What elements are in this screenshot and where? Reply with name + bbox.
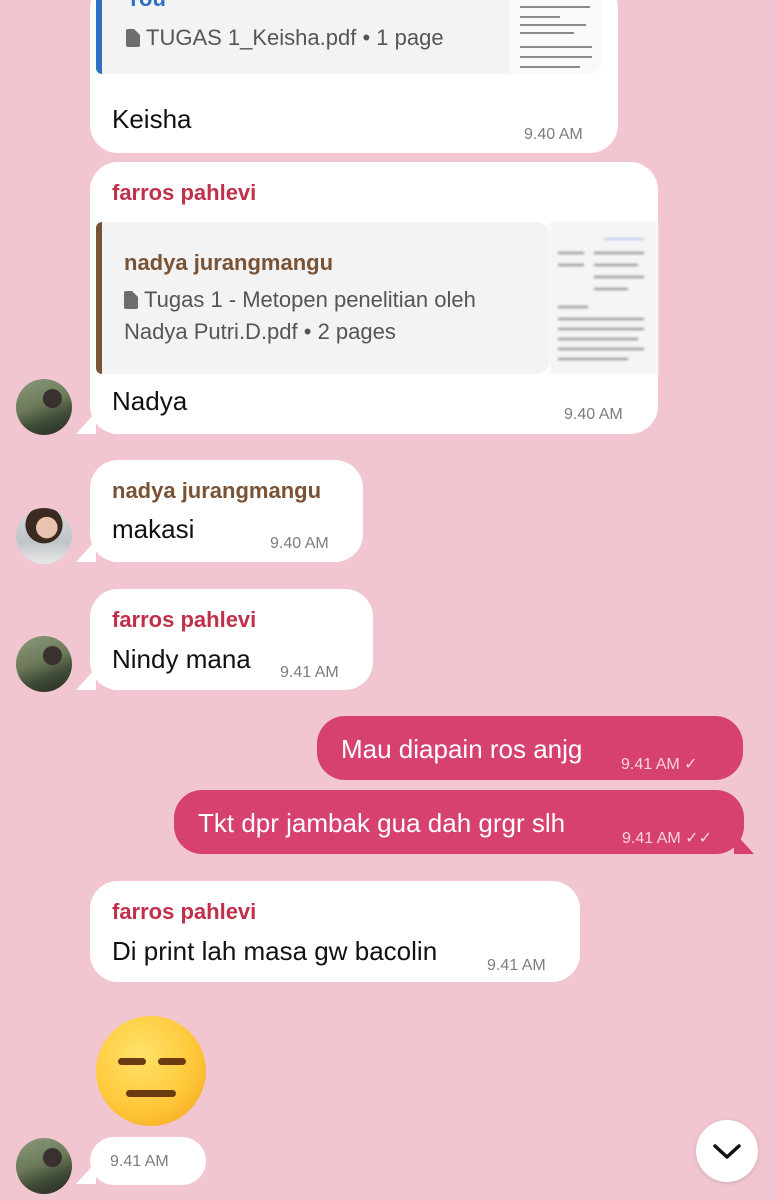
message-time: 9.41 AM ✓✓ bbox=[622, 830, 712, 847]
chevron-down-icon bbox=[713, 1144, 741, 1159]
message-time: 9.41 AM bbox=[110, 1153, 169, 1170]
message-text: Nindy mana bbox=[112, 644, 251, 674]
message-text: Keisha bbox=[112, 104, 192, 134]
outgoing-bubble[interactable]: Mau diapain ros anjg 9.41 AM ✓ bbox=[317, 716, 743, 780]
message-time: 9.41 AM ✓ bbox=[621, 756, 698, 773]
sender-name: farros pahlevi bbox=[112, 899, 257, 924]
reply-sender-name: You bbox=[126, 0, 166, 12]
reply-accent-bar bbox=[96, 0, 102, 74]
message-bubble-makasi[interactable]: nadya jurangmangu makasi 9.40 AM bbox=[90, 460, 363, 562]
avatar-nadya[interactable] bbox=[16, 508, 72, 564]
message-time: 9.41 AM bbox=[487, 957, 546, 974]
sender-name: farros pahlevi bbox=[112, 607, 257, 632]
scroll-to-bottom-button[interactable] bbox=[696, 1120, 758, 1182]
pdf-thumbnail bbox=[510, 0, 602, 74]
expressionless-face-icon[interactable] bbox=[96, 1016, 206, 1126]
reply-file-name: TUGAS 1_Keisha.pdf • 1 page bbox=[126, 22, 444, 54]
message-text: Mau diapain ros anjg bbox=[341, 734, 583, 764]
reply-accent-bar bbox=[96, 222, 102, 374]
message-bubble-nindy[interactable]: farros pahlevi Nindy mana 9.41 AM bbox=[90, 589, 373, 690]
message-text: Tkt dpr jambak gua dah grgr slh bbox=[198, 808, 566, 838]
sender-name: nadya jurangmangu bbox=[112, 478, 322, 503]
message-text: Di print lah masa gw bacolin bbox=[112, 936, 438, 966]
avatar-farros[interactable] bbox=[16, 1138, 72, 1194]
reply-sender-name: nadya jurangmangu bbox=[124, 250, 334, 275]
message-time: 9.40 AM bbox=[564, 406, 623, 423]
sender-name: farros pahlevi bbox=[112, 180, 257, 205]
document-icon bbox=[126, 29, 140, 47]
message-text: makasi bbox=[112, 514, 195, 544]
avatar-farros[interactable] bbox=[16, 636, 72, 692]
message-bubble-nadya-file[interactable]: farros pahlevi nadya jurangmangu Tugas 1… bbox=[90, 162, 658, 434]
message-time: 9.40 AM bbox=[524, 126, 583, 143]
outgoing-bubble[interactable]: Tkt dpr jambak gua dah grgr slh 9.41 AM … bbox=[174, 790, 744, 854]
avatar-farros[interactable] bbox=[16, 379, 72, 435]
message-text: Nadya bbox=[112, 386, 188, 416]
read-double-check-icon: ✓✓ bbox=[685, 830, 712, 847]
reply-preview[interactable]: You TUGAS 1_Keisha.pdf • 1 page bbox=[96, 0, 602, 74]
message-time: 9.41 AM bbox=[280, 664, 339, 681]
message-time: 9.40 AM bbox=[270, 535, 329, 552]
document-icon bbox=[124, 291, 138, 309]
reply-file-name: Tugas 1 - Metopen penelitian oleh Nadya … bbox=[124, 287, 476, 344]
message-bubble-keisha[interactable]: You TUGAS 1_Keisha.pdf • 1 page Keisha 9… bbox=[90, 0, 618, 153]
message-bubble-print[interactable]: farros pahlevi Di print lah masa gw baco… bbox=[90, 881, 580, 982]
sent-check-icon: ✓ bbox=[684, 756, 698, 773]
pdf-thumbnail bbox=[550, 222, 658, 374]
emoji-time-pill: 9.41 AM bbox=[90, 1137, 206, 1185]
reply-preview[interactable]: nadya jurangmangu Tugas 1 - Metopen pene… bbox=[96, 222, 550, 374]
